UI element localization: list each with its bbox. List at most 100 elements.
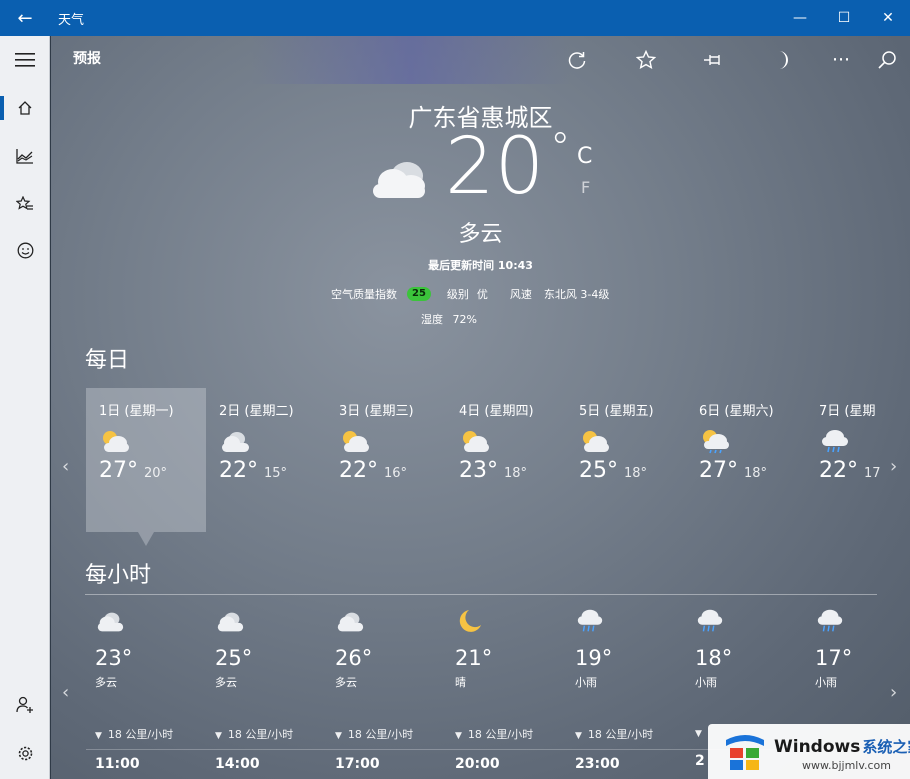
hour-temp: 26° <box>335 646 373 670</box>
pin-button[interactable] <box>696 44 732 76</box>
day-card[interactable]: 4日 (星期四) 23° 18° <box>446 388 566 532</box>
theme-button[interactable] <box>764 44 800 76</box>
toolbar: 预报 ··· <box>51 36 910 84</box>
day-high: 27° <box>699 458 738 483</box>
pin-icon <box>704 55 720 65</box>
nav-life[interactable] <box>0 228 50 272</box>
day-label: 3日 (星期三) <box>339 404 414 419</box>
cloudy-icon <box>335 608 446 638</box>
day-high: 22° <box>219 458 258 483</box>
day-low: 20° <box>144 466 168 481</box>
chart-icon <box>16 149 33 164</box>
day-card[interactable]: 6日 (星期六) 27° 18° <box>686 388 806 532</box>
day-high: 25° <box>579 458 618 483</box>
rain-icon <box>819 428 910 454</box>
hour-card[interactable]: 25° 多云 ▼ 18 公里/小时 14:00 <box>206 608 326 779</box>
hour-wind: ▼ 18 公里/小时 <box>215 726 326 742</box>
minimize-button[interactable]: — <box>778 0 822 36</box>
nav-favorites[interactable] <box>0 182 50 226</box>
current-condition: 多云 <box>458 222 503 247</box>
partly-sunny-icon <box>579 428 686 454</box>
nav-account[interactable] <box>0 682 50 726</box>
hour-condition: 多云 <box>215 676 237 689</box>
day-label: 6日 (星期六) <box>699 404 774 419</box>
day-low: 17 <box>864 466 881 481</box>
day-card[interactable]: 2日 (星期二) 22° 15° <box>206 388 326 532</box>
hamburger-menu-button[interactable] <box>0 38 50 82</box>
minimize-icon: — <box>793 10 807 26</box>
close-icon: ✕ <box>882 10 894 26</box>
hour-wind: ▼ 18 公里/小时 <box>335 726 446 742</box>
daily-forecast: 1日 (星期一) 27° 20° 2日 (星期二) 22° 15° 3日 (星期三)… <box>86 388 910 546</box>
ellipsis-icon: ··· <box>831 49 851 71</box>
rain-icon <box>575 608 686 638</box>
back-button[interactable]: ← <box>0 0 50 36</box>
hour-time: 17:00 <box>335 756 380 772</box>
hour-wind: ▼ 18 公里/小时 <box>575 726 686 742</box>
main-content: 预报 ··· 广东省惠城区 20 ° C F 多云 最后更新时间 10:43 空气… <box>51 36 910 779</box>
cloudy-icon <box>215 608 326 638</box>
refresh-button[interactable] <box>559 44 595 76</box>
watermark: Windows系统之家 www.bjjmlv.com <box>708 724 910 779</box>
section-divider <box>85 594 877 595</box>
smiley-icon <box>17 242 33 258</box>
cloudy-icon <box>95 608 206 638</box>
hour-card[interactable]: 26° 多云 ▼ 18 公里/小时 17:00 <box>326 608 446 779</box>
day-low: 18° <box>504 466 528 481</box>
hour-wind-speed: 18 公里/小时 <box>107 728 174 741</box>
favorite-button[interactable] <box>628 44 664 76</box>
day-low: 15° <box>264 466 288 481</box>
hour-temp: 21° <box>455 646 493 670</box>
nav-maps[interactable] <box>0 134 50 178</box>
hour-temp: 25° <box>215 646 253 670</box>
current-temperature: 20 ° <box>445 122 571 212</box>
nav-forecast[interactable] <box>0 86 50 130</box>
wind-label: 风速 <box>509 288 532 301</box>
level-label: 级别 <box>446 288 469 301</box>
rain-icon <box>815 608 910 638</box>
wind-direction-icon: ▼ <box>335 731 342 741</box>
hour-wind-speed: 18 公里/小时 <box>587 728 654 741</box>
hour-card[interactable]: 23° 多云 ▼ 18 公里/小时 11:00 <box>86 608 206 779</box>
star-list-icon <box>16 196 33 210</box>
partly-sunny-icon <box>99 428 206 454</box>
star-icon <box>636 50 656 69</box>
add-user-icon <box>16 696 33 713</box>
hour-time: 20:00 <box>455 756 500 772</box>
hour-wind-speed: 18 公里/小时 <box>347 728 414 741</box>
hour-temp: 17° <box>815 646 853 670</box>
cloudy-icon <box>367 156 431 206</box>
cloudy-icon <box>219 428 326 454</box>
maximize-icon: ☐ <box>837 10 851 26</box>
daily-prev-button[interactable]: ‹ <box>62 456 69 477</box>
unit-fahrenheit-toggle[interactable]: F <box>581 178 590 197</box>
maximize-button[interactable]: ☐ <box>822 0 866 36</box>
hourly-prev-button[interactable]: ‹ <box>62 682 69 703</box>
moon-icon <box>779 51 788 69</box>
close-button[interactable]: ✕ <box>866 0 910 36</box>
hour-condition: 多云 <box>335 676 357 689</box>
day-label: 7日 (星期 <box>819 404 876 419</box>
unit-celsius-toggle[interactable]: C <box>577 144 592 169</box>
day-card[interactable]: 5日 (星期五) 25° 18° <box>566 388 686 532</box>
nav-settings[interactable] <box>0 731 50 775</box>
day-low: 18° <box>624 466 648 481</box>
search-button[interactable] <box>869 44 905 76</box>
day-label: 2日 (星期二) <box>219 404 294 419</box>
day-card[interactable]: 7日 (星期 22° 17 <box>806 388 910 532</box>
hour-wind: ▼ 18 公里/小时 <box>455 726 566 742</box>
day-card[interactable]: 3日 (星期三) 22° 16° <box>326 388 446 532</box>
title-bar: ← 天气 — ☐ ✕ <box>0 0 910 36</box>
wind-value: 东北风 3-4级 <box>543 288 610 301</box>
rain-icon <box>695 608 806 638</box>
hour-card[interactable]: 21° 晴 ▼ 18 公里/小时 20:00 <box>446 608 566 779</box>
day-card[interactable]: 1日 (星期一) 27° 20° <box>86 388 206 546</box>
more-button[interactable]: ··· <box>823 44 859 76</box>
aqi-label: 空气质量指数 <box>331 288 397 301</box>
page-title: 预报 <box>73 51 101 67</box>
sun-rain-icon <box>699 428 806 454</box>
hour-condition: 小雨 <box>815 676 837 689</box>
hour-time: 11:00 <box>95 756 140 772</box>
hour-wind-speed: 18 公里/小时 <box>227 728 294 741</box>
hour-card[interactable]: 19° 小雨 ▼ 18 公里/小时 23:00 <box>566 608 686 779</box>
